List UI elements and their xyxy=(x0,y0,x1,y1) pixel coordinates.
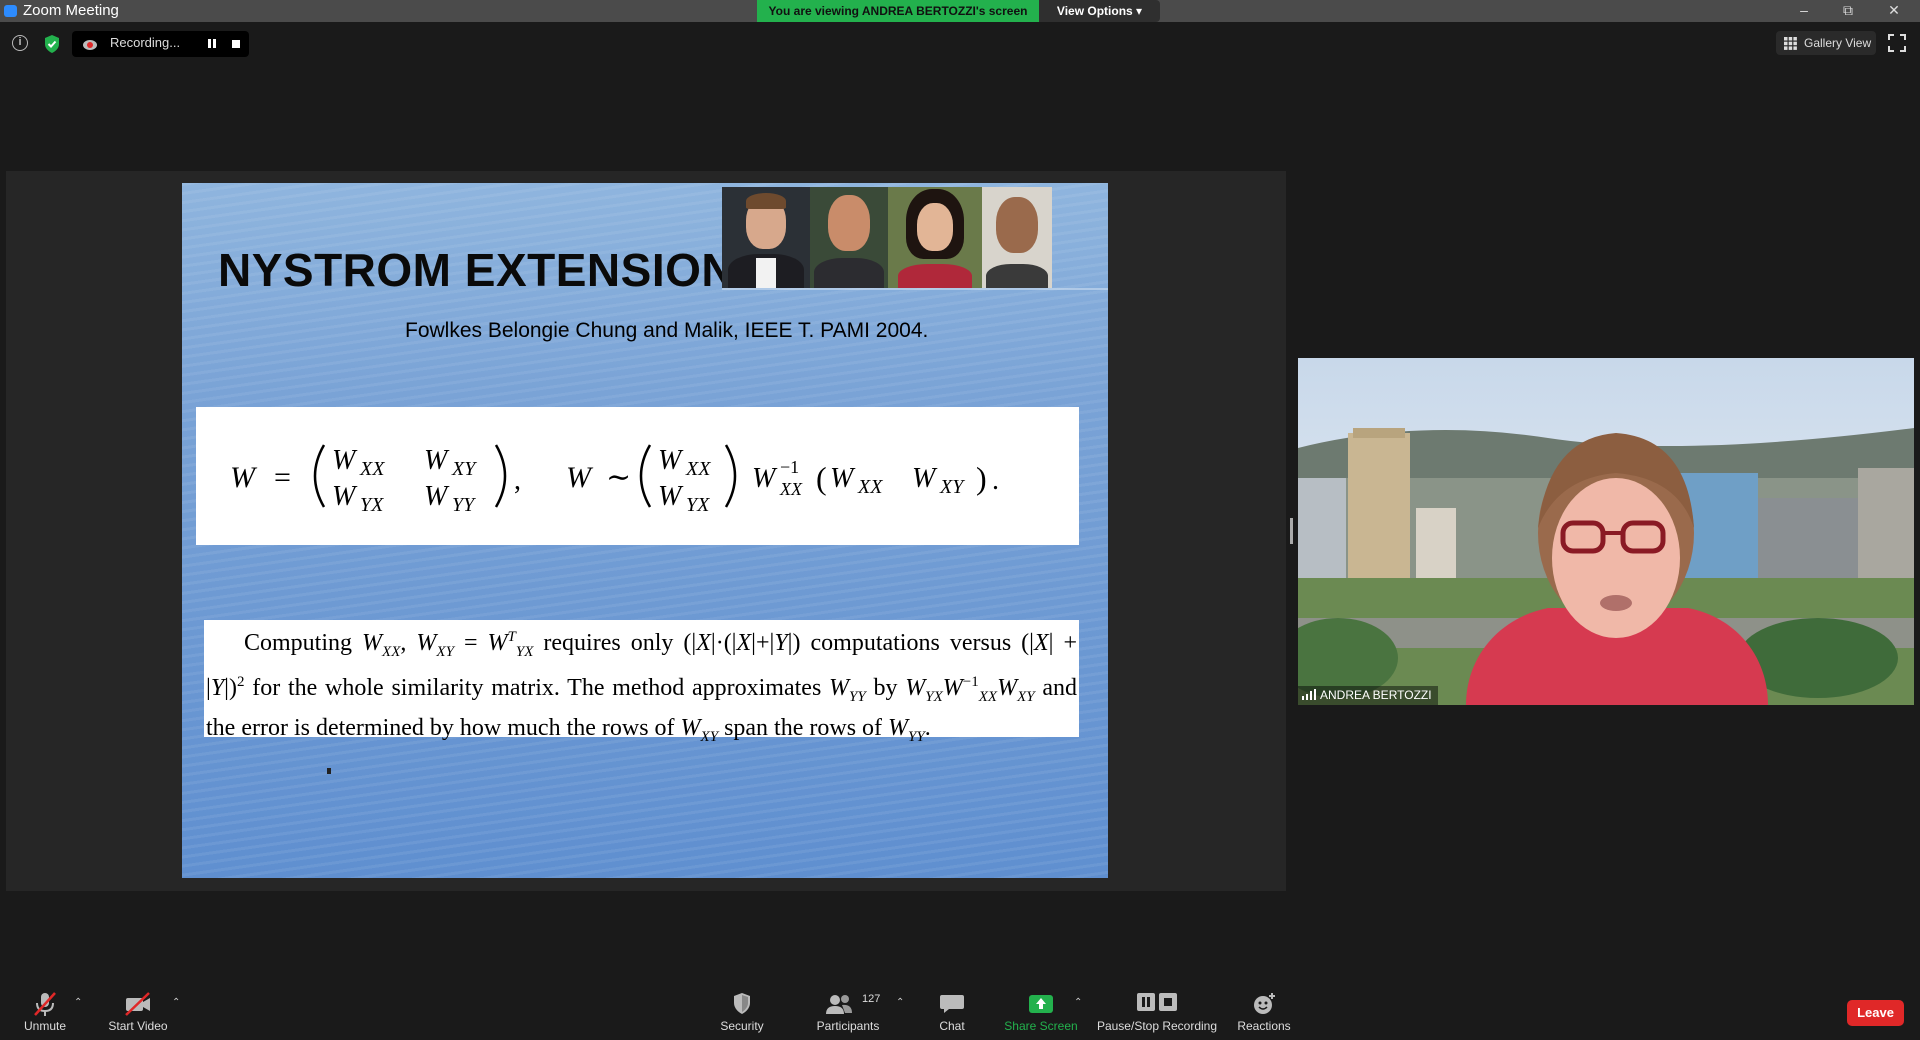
svg-text:XX: XX xyxy=(779,479,803,499)
viewing-screen-banner: You are viewing ANDREA BERTOZZI's screen xyxy=(757,0,1039,22)
view-options-button[interactable]: View Options ▾ xyxy=(1039,0,1160,22)
minimize-icon[interactable]: – xyxy=(1782,0,1826,22)
svg-text:XX: XX xyxy=(685,458,711,480)
author-portrait-1 xyxy=(722,187,810,288)
shared-screen: NYSTROM EXTENSION Fowlkes Belongie Chung… xyxy=(6,171,1286,891)
recording-status-text: Recording... xyxy=(110,35,181,50)
svg-text:=: = xyxy=(274,461,291,494)
meeting-toolbar: Unmute ⌃ Start Video ⌃ Security 127 Part… xyxy=(0,975,1920,1040)
meeting-info-icon[interactable]: i xyxy=(12,35,28,51)
security-shield-icon xyxy=(734,993,750,1014)
svg-text:W: W xyxy=(332,481,358,512)
author-portrait-2 xyxy=(810,187,888,288)
svg-text:W: W xyxy=(332,445,358,476)
fullscreen-icon[interactable] xyxy=(1888,34,1906,52)
svg-text:W: W xyxy=(752,463,778,494)
presentation-slide: NYSTROM EXTENSION Fowlkes Belongie Chung… xyxy=(182,183,1108,878)
gallery-view-label: Gallery View xyxy=(1804,36,1872,50)
unmute-label: Unmute xyxy=(23,1019,67,1033)
panel-splitter[interactable] xyxy=(1290,518,1293,544)
chat-label: Chat xyxy=(939,1019,965,1033)
security-label: Security xyxy=(720,1019,764,1033)
grid-icon xyxy=(1784,37,1797,50)
video-camera-off-icon xyxy=(125,992,150,1016)
chevron-down-icon: ▾ xyxy=(1136,4,1143,18)
participants-icon xyxy=(825,995,852,1014)
svg-text:W: W xyxy=(424,481,450,512)
reactions-label: Reactions xyxy=(1237,1019,1291,1033)
start-video-button[interactable]: Start Video xyxy=(104,975,172,1040)
reactions-emoji-icon xyxy=(1254,993,1275,1014)
pause-recording-icon[interactable] xyxy=(205,38,219,50)
svg-text:∼: ∼ xyxy=(606,461,631,494)
view-options-label: View Options xyxy=(1056,4,1133,18)
svg-text:W: W xyxy=(424,445,450,476)
svg-text:−1: −1 xyxy=(780,457,799,477)
svg-text:XX: XX xyxy=(359,458,385,480)
share-options-caret-icon[interactable]: ⌃ xyxy=(1074,997,1084,1008)
participants-caret-icon[interactable]: ⌃ xyxy=(896,997,906,1008)
close-icon[interactable]: ✕ xyxy=(1872,0,1916,22)
pause-stop-icon xyxy=(1137,993,1177,1011)
speaker-name-tag: ANDREA BERTOZZI xyxy=(1298,686,1438,705)
svg-text:(: ( xyxy=(816,460,827,496)
title-bar: Zoom Meeting You are viewing ANDREA BERT… xyxy=(0,0,1920,22)
zoom-window: Zoom Meeting You are viewing ANDREA BERT… xyxy=(0,0,1920,1040)
svg-text:W: W xyxy=(566,461,594,494)
reactions-button[interactable]: Reactions xyxy=(1232,975,1296,1040)
author-portrait-3 xyxy=(888,187,982,288)
svg-text:W: W xyxy=(230,461,258,494)
share-screen-button[interactable]: Share Screen xyxy=(1000,975,1082,1040)
window-title: Zoom Meeting xyxy=(23,2,119,19)
svg-text:,: , xyxy=(514,465,521,496)
participants-label: Participants xyxy=(816,1019,880,1033)
participants-button[interactable]: 127 Participants xyxy=(810,975,886,1040)
zoom-app-icon xyxy=(4,5,17,17)
svg-text:YX: YX xyxy=(360,494,384,516)
nystrom-equation: W = W XX W XY W YX W YY , W ∼ W XX W YX W xyxy=(230,444,999,516)
svg-text:XX: XX xyxy=(857,476,883,498)
chat-bubble-icon xyxy=(940,995,964,1013)
explanation-text: Computing WXX, WXY = WTYX requires only … xyxy=(204,620,1079,744)
speaker-video-frame xyxy=(1298,358,1914,705)
equation-block: W = W XX W XY W YX W YY , W ∼ W XX W YX W xyxy=(196,407,1079,545)
share-screen-label: Share Screen xyxy=(1004,1019,1078,1033)
pause-stop-label: Pause/Stop Recording xyxy=(1096,1019,1218,1033)
svg-text:XY: XY xyxy=(451,458,477,480)
speaker-video-tile[interactable]: ANDREA BERTOZZI xyxy=(1298,358,1914,705)
stop-recording-icon[interactable] xyxy=(232,40,240,48)
mouse-cursor xyxy=(327,768,331,774)
start-video-label: Start Video xyxy=(108,1019,168,1033)
svg-text:): ) xyxy=(976,460,987,496)
chat-button[interactable]: Chat xyxy=(926,975,978,1040)
slide-title: NYSTROM EXTENSION xyxy=(218,244,736,296)
cloud-recording-icon xyxy=(83,40,97,50)
share-screen-icon xyxy=(1029,995,1053,1013)
microphone-muted-icon xyxy=(34,992,56,1016)
audio-options-caret-icon[interactable]: ⌃ xyxy=(74,997,84,1008)
participants-count: 127 xyxy=(862,993,881,1005)
svg-text:YY: YY xyxy=(452,494,476,516)
pause-stop-recording-button[interactable]: Pause/Stop Recording xyxy=(1096,975,1218,1040)
leave-button[interactable]: Leave xyxy=(1847,1000,1904,1026)
svg-text:YX: YX xyxy=(686,494,710,516)
portrait-divider xyxy=(722,288,1108,290)
video-options-caret-icon[interactable]: ⌃ xyxy=(172,997,182,1008)
gallery-view-button[interactable]: Gallery View xyxy=(1776,31,1876,55)
svg-text:XY: XY xyxy=(939,476,965,498)
svg-text:W: W xyxy=(658,445,684,476)
svg-text:W: W xyxy=(658,481,684,512)
encryption-shield-icon[interactable] xyxy=(42,34,62,54)
svg-text:.: . xyxy=(992,465,999,496)
svg-text:W: W xyxy=(830,463,856,494)
svg-text:W: W xyxy=(912,463,938,494)
security-button[interactable]: Security xyxy=(712,975,772,1040)
unmute-button[interactable]: Unmute xyxy=(14,975,76,1040)
recording-indicator: Recording... xyxy=(72,31,249,57)
signal-strength-icon xyxy=(1302,689,1316,700)
author-portrait-4 xyxy=(982,187,1052,288)
restore-icon[interactable]: ⧉ xyxy=(1826,0,1870,22)
speaker-name: ANDREA BERTOZZI xyxy=(1320,688,1432,702)
slide-citation: Fowlkes Belongie Chung and Malik, IEEE T… xyxy=(405,319,929,342)
